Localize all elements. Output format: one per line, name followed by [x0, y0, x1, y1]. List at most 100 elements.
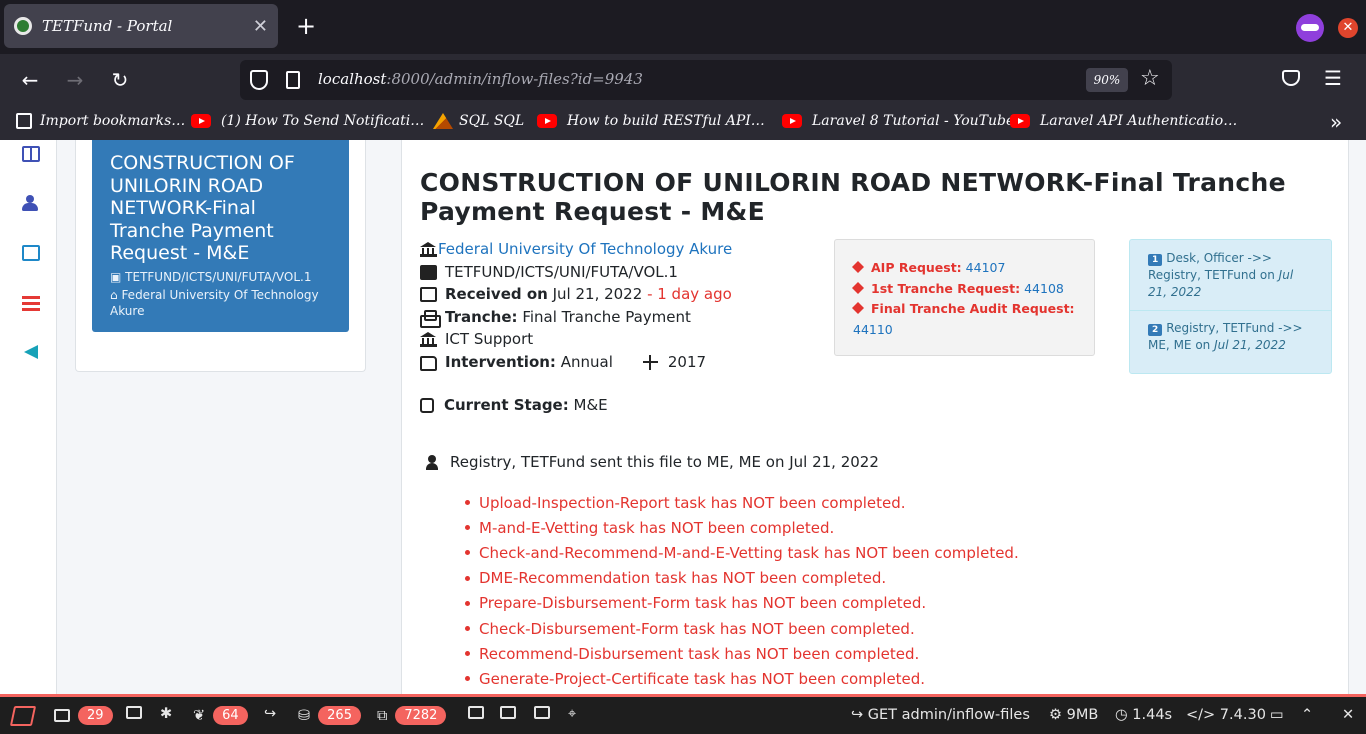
task-item: M-and-E-Vetting task has NOT been comple…: [450, 515, 1019, 540]
database-icon: ⛁: [298, 707, 311, 724]
bookmark-item[interactable]: How to build RESTful API…: [537, 113, 765, 129]
bullhorn-icon[interactable]: [24, 345, 38, 359]
request-item: 1st Tranche Request: 44108: [851, 279, 1078, 300]
browser-tabbar: TETFund - Portal ✕ + ✕: [0, 0, 1366, 54]
debug-timeline-tab[interactable]: [126, 706, 150, 719]
reload-button[interactable]: ↻: [107, 68, 133, 92]
request-item: Final Tranche Audit Request: 44110: [851, 301, 1075, 337]
address-bar[interactable]: localhost:8000/admin/inflow-files?id=994…: [240, 60, 1172, 100]
cube-icon: [851, 301, 865, 315]
folder-open-icon: [420, 355, 437, 371]
debug-maximize-icon[interactable]: ⌃: [1301, 707, 1313, 723]
task-item: DME-Recommendation task has NOT been com…: [450, 566, 1019, 591]
bookmark-import[interactable]: Import bookmarks…: [16, 113, 185, 129]
book-icon[interactable]: [22, 146, 40, 162]
debug-close-icon[interactable]: ✕: [1342, 707, 1354, 723]
share-icon: ↪: [851, 707, 868, 723]
debug-messages-tab[interactable]: 29: [54, 706, 113, 725]
file-number: TETFUND/ICTS/UNI/FUTA/VOL.1: [445, 262, 678, 281]
current-stage: Current Stage: M&E: [420, 396, 608, 414]
app-menu-icon[interactable]: ☰: [1324, 66, 1342, 90]
project-diagram-icon[interactable]: [22, 245, 40, 261]
crosshair-icon: [642, 354, 660, 370]
file-history-box: 1 Desk, Officer ->> Registry, TETFund on …: [1129, 239, 1332, 374]
users-icon[interactable]: [22, 195, 40, 211]
pocket-icon[interactable]: [1282, 70, 1300, 86]
back-button[interactable]: ←: [17, 68, 43, 92]
intervention-value: Annual: [560, 352, 613, 371]
summary-institution: ⌂ Federal University Of Technology Akure: [110, 287, 319, 318]
task-item: Recommend-Disbursement task has NOT been…: [450, 641, 1019, 666]
debug-session-tab[interactable]: [500, 706, 524, 719]
user-icon: [424, 454, 440, 470]
institution-link[interactable]: Federal University Of Technology Akure: [438, 238, 732, 261]
debug-route-tab[interactable]: ↪: [264, 706, 276, 722]
summary-title: CONSTRUCTION OF UNILORIN ROAD NETWORK-Fi…: [110, 152, 295, 264]
list-icon[interactable]: [22, 295, 40, 311]
bookmark-star-icon[interactable]: ☆: [1140, 66, 1160, 91]
sent-message: Registry, TETFund sent this file to ME, …: [424, 453, 879, 471]
request-link[interactable]: 44110: [853, 322, 893, 337]
forward-button[interactable]: →: [62, 68, 88, 92]
file-detail-card: CONSTRUCTION OF UNILORIN ROAD NETWORK-Fi…: [401, 140, 1349, 700]
file-summary-card: CONSTRUCTION OF UNILORIN ROAD NETWORK-Fi…: [75, 140, 366, 372]
bookmark-item[interactable]: Laravel 8 Tutorial - YouTube: [782, 113, 1014, 129]
history-badge: 2: [1148, 324, 1163, 336]
laravel-logo-icon[interactable]: [9, 706, 37, 726]
debug-mail-tab[interactable]: [468, 706, 492, 719]
task-item: Check-Disbursement-Form task has NOT bee…: [450, 616, 1019, 641]
history-item: 2 Registry, TETFund ->> ME, ME on Jul 21,…: [1130, 310, 1331, 363]
tags-icon: ⌖: [568, 706, 577, 722]
task-item: Check-and-Recommend-M-and-E-Vetting task…: [450, 540, 1019, 565]
more-bookmarks-icon[interactable]: »: [1330, 110, 1342, 134]
timeline-icon: [126, 706, 142, 719]
tranche-value: Final Tranche Payment: [522, 307, 691, 326]
bookmark-item[interactable]: Laravel API Authenticatio…: [1010, 113, 1237, 129]
code-icon: </>: [1186, 707, 1220, 723]
stage-value: M&E: [573, 396, 608, 414]
browser-tab[interactable]: TETFund - Portal ✕: [4, 4, 278, 48]
file-summary-box[interactable]: CONSTRUCTION OF UNILORIN ROAD NETWORK-Fi…: [92, 140, 349, 332]
debug-open-icon[interactable]: ▭: [1270, 707, 1284, 723]
request-link[interactable]: 44107: [966, 260, 1006, 275]
debug-queries-tab[interactable]: ⛁ 265: [298, 706, 361, 725]
youtube-icon: [537, 114, 557, 128]
debug-php-version: </> 7.4.30: [1186, 707, 1266, 723]
page-info-icon[interactable]: [286, 71, 300, 89]
request-link[interactable]: 44108: [1024, 281, 1064, 296]
close-tab-icon[interactable]: ✕: [253, 16, 268, 37]
debugbar: 29 ✱ ❦ 64 ↪ ⛁ 265 ⧉ 7282 ⌖ ↪ GET admin/infl…: [0, 694, 1366, 734]
task-item: Upload-Inspection-Report task has NOT be…: [450, 490, 1019, 515]
debug-tags-tab[interactable]: ⌖: [568, 706, 576, 722]
new-tab-button[interactable]: +: [294, 12, 318, 40]
zoom-level[interactable]: 90%: [1086, 68, 1128, 92]
archive-icon: [534, 706, 550, 719]
inbox-icon: [468, 706, 484, 719]
history-item: 1 Desk, Officer ->> Registry, TETFund on …: [1148, 251, 1294, 299]
cubes-icon: [420, 309, 441, 328]
bookmark-item[interactable]: SQL SQL: [433, 113, 524, 129]
debug-request-tab[interactable]: [534, 706, 558, 719]
tetfund-favicon-icon: [14, 17, 32, 35]
cube-icon: [851, 281, 865, 294]
calendar-icon: [420, 286, 437, 302]
window-close-button[interactable]: ✕: [1338, 18, 1358, 38]
tracking-shield-icon[interactable]: [250, 70, 268, 90]
task-item: Prepare-Disbursement-Form task has NOT b…: [450, 591, 1019, 616]
debug-models-tab[interactable]: ❦ 64: [193, 706, 248, 725]
request-item: AIP Request: 44107: [851, 258, 1078, 279]
youtube-icon: [1010, 114, 1030, 128]
bookmark-item[interactable]: (1) How To Send Notificati…: [191, 113, 424, 129]
leaf-icon: ❦: [193, 707, 206, 724]
thumbs-up-icon: [420, 397, 434, 413]
url-text[interactable]: localhost:8000/admin/inflow-files?id=994…: [318, 70, 643, 88]
debug-views-tab[interactable]: ⧉ 7282: [377, 706, 447, 725]
debug-exceptions-tab[interactable]: ✱: [160, 706, 172, 722]
cube-icon: [851, 260, 865, 274]
intervention-year: 2017: [667, 352, 707, 371]
messages-icon: [54, 709, 70, 722]
cogs-icon: ⚙: [1049, 707, 1067, 723]
debug-route-info[interactable]: ↪ GET admin/inflow-files: [851, 707, 1030, 723]
import-icon: [16, 113, 32, 129]
received-ago: - 1 day ago: [647, 285, 732, 304]
